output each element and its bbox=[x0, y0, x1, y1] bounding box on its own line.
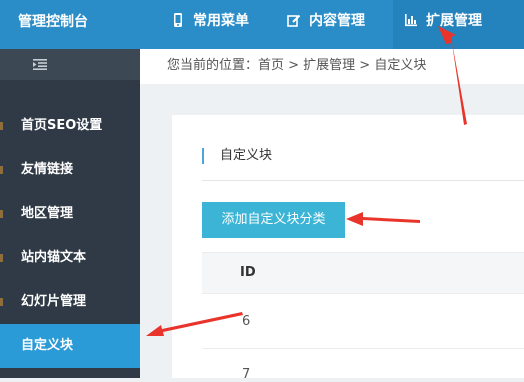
sidebar: 首页SEO设置 友情链接 地区管理 站内锚文本 幻灯片管理 自定义块 bbox=[0, 49, 140, 378]
breadcrumb: 您当前的位置：首页 > 扩展管理 > 自定义块 bbox=[167, 58, 427, 73]
sidebar-item-label: 幻灯片管理 bbox=[21, 294, 87, 309]
sidebar-item-slides[interactable]: 幻灯片管理 bbox=[0, 280, 140, 324]
nav-content-manage-label: 内容管理 bbox=[309, 13, 365, 29]
sidebar-collapse-button[interactable] bbox=[0, 49, 140, 80]
sidebar-item-label: 地区管理 bbox=[21, 206, 74, 221]
phone-icon bbox=[171, 2, 185, 27]
nav-common-menu-label: 常用菜单 bbox=[193, 13, 249, 29]
sidebar-item-seo[interactable]: 首页SEO设置 bbox=[0, 104, 140, 148]
table-header: ID bbox=[202, 252, 524, 294]
section-title: 自定义块 bbox=[202, 148, 272, 164]
sidebar-item-label: 站内锚文本 bbox=[21, 250, 87, 265]
column-header-id: ID bbox=[240, 265, 256, 280]
sidebar-item-custom-block[interactable]: 自定义块 bbox=[0, 324, 140, 368]
sidebar-item-label: 自定义块 bbox=[21, 338, 74, 353]
row-divider bbox=[202, 348, 524, 349]
sidebar-item-label: 首页SEO设置 bbox=[21, 118, 103, 133]
top-navbar: 管理控制台 常用菜单 内容管理 扩展管理 bbox=[0, 0, 524, 49]
collapse-menu-icon bbox=[33, 59, 47, 70]
divider bbox=[202, 180, 524, 181]
sidebar-item-anchor-text[interactable]: 站内锚文本 bbox=[0, 236, 140, 280]
bar-chart-icon bbox=[404, 2, 418, 27]
content-panel: 自定义块 添加自定义块分类 ID 6 7 bbox=[172, 115, 524, 382]
table-cell-id: 6 bbox=[242, 314, 251, 329]
table-cell-id: 7 bbox=[242, 367, 251, 382]
nav-extension-manage-label: 扩展管理 bbox=[426, 13, 482, 29]
nav-content-manage[interactable]: 内容管理 bbox=[287, 0, 365, 49]
sidebar-item-region[interactable]: 地区管理 bbox=[0, 192, 140, 236]
add-custom-block-category-button[interactable]: 添加自定义块分类 bbox=[202, 202, 345, 238]
brand-title: 管理控制台 bbox=[18, 14, 88, 30]
edit-icon bbox=[287, 2, 301, 27]
nav-extension-manage[interactable]: 扩展管理 bbox=[393, 0, 524, 49]
sidebar-item-friend-links[interactable]: 友情链接 bbox=[0, 148, 140, 192]
nav-common-menu[interactable]: 常用菜单 bbox=[171, 0, 249, 49]
breadcrumb-bar: 您当前的位置：首页 > 扩展管理 > 自定义块 bbox=[140, 49, 524, 84]
sidebar-item-label: 友情链接 bbox=[21, 162, 74, 177]
